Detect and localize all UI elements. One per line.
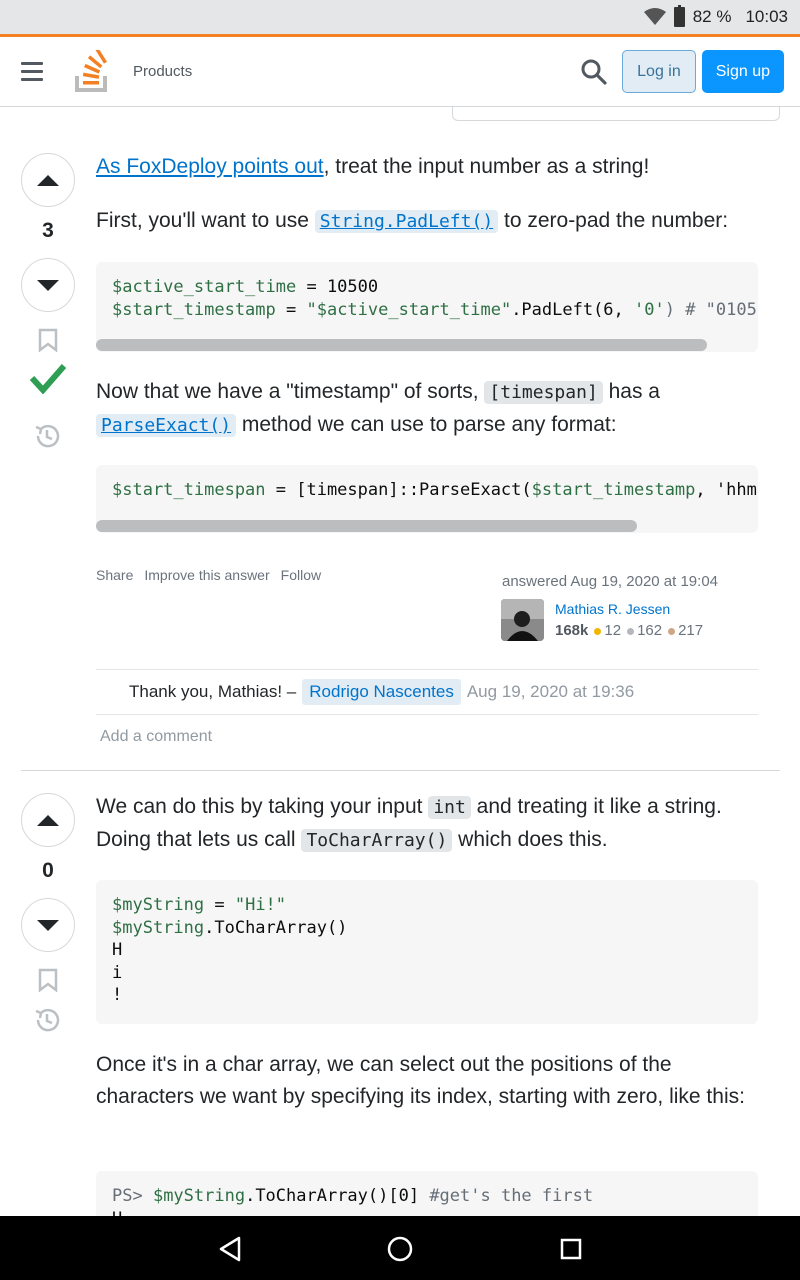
answer-paragraph: As FoxDeploy points out, treat the input…: [96, 155, 650, 178]
answer-paragraph: First, you'll want to use String.PadLeft…: [96, 209, 729, 233]
battery-level: 82 %: [692, 7, 732, 26]
upvote-button[interactable]: [21, 793, 75, 847]
stackoverflow-logo[interactable]: [73, 49, 111, 94]
add-comment-link[interactable]: Add a comment: [100, 728, 212, 746]
downvote-button[interactable]: [21, 898, 75, 952]
signup-button[interactable]: Sign up: [701, 50, 784, 93]
upvote-icon: [37, 814, 59, 826]
upvote-button[interactable]: [21, 153, 75, 207]
search-icon[interactable]: [580, 58, 608, 86]
downvote-button[interactable]: [21, 258, 75, 312]
downvote-icon: [37, 279, 59, 291]
status-bar: 82 % 10:03: [0, 0, 800, 34]
share-link[interactable]: Share: [96, 567, 133, 583]
code-block[interactable]: $start_timespan = [timespan]::ParseExact…: [96, 465, 758, 533]
previous-post-bottom: [452, 107, 780, 121]
divider: [96, 714, 758, 715]
answer-paragraph: Now that we have a "timestamp" of sorts,…: [96, 380, 660, 437]
downvote-icon: [37, 919, 59, 931]
improve-answer-link[interactable]: Improve this answer: [144, 567, 269, 583]
home-icon[interactable]: [387, 1236, 413, 1262]
user-reputation: 168k 12 162 217: [555, 622, 704, 639]
code-block[interactable]: $active_start_time = 10500 $start_timest…: [96, 262, 758, 352]
wifi-icon: [643, 8, 666, 25]
upvote-icon: [37, 174, 59, 186]
answer-paragraph: Once it's in a char array, we can select…: [96, 1053, 745, 1108]
history-icon[interactable]: [33, 422, 61, 450]
history-icon[interactable]: [33, 1006, 61, 1034]
vote-count: 3: [42, 219, 54, 242]
follow-link[interactable]: Follow: [281, 567, 321, 583]
clock: 10:03: [745, 7, 788, 26]
comment: Thank you, Mathias! – Rodrigo Nascentes …: [129, 679, 634, 705]
system-navigation-bar: [0, 1216, 800, 1280]
bookmark-icon[interactable]: [38, 968, 58, 992]
bookmark-icon[interactable]: [38, 328, 58, 352]
horizontal-scrollbar[interactable]: [96, 520, 637, 532]
comment-user-link[interactable]: Rodrigo Nascentes: [302, 679, 461, 705]
login-button[interactable]: Log in: [622, 50, 696, 93]
back-icon[interactable]: [218, 1236, 242, 1262]
answer-paragraph: We can do this by taking your input int …: [96, 795, 722, 852]
hamburger-icon[interactable]: [21, 62, 43, 81]
vote-count: 0: [42, 859, 54, 882]
answered-date: answered Aug 19, 2020 at 19:04: [502, 573, 719, 590]
avatar[interactable]: [501, 599, 544, 641]
foxdeploy-link[interactable]: As FoxDeploy points out: [96, 155, 324, 178]
horizontal-scrollbar[interactable]: [96, 339, 707, 351]
accepted-check-icon: [30, 364, 66, 394]
parseexact-link[interactable]: ParseExact(): [96, 414, 237, 437]
code-block[interactable]: $myString = "Hi!" $myString.ToCharArray(…: [96, 880, 758, 1024]
battery-icon: [673, 5, 685, 27]
user-name-link[interactable]: Mathias R. Jessen: [555, 601, 670, 617]
top-bar: Products Log in Sign up: [0, 34, 800, 107]
divider: [96, 669, 758, 670]
padleft-link[interactable]: String.PadLeft(): [314, 210, 499, 233]
answer-divider: [21, 770, 780, 771]
recents-icon[interactable]: [560, 1238, 582, 1260]
post-menu: Share Improve this answer Follow: [96, 567, 321, 583]
products-menu[interactable]: Products: [133, 63, 192, 80]
